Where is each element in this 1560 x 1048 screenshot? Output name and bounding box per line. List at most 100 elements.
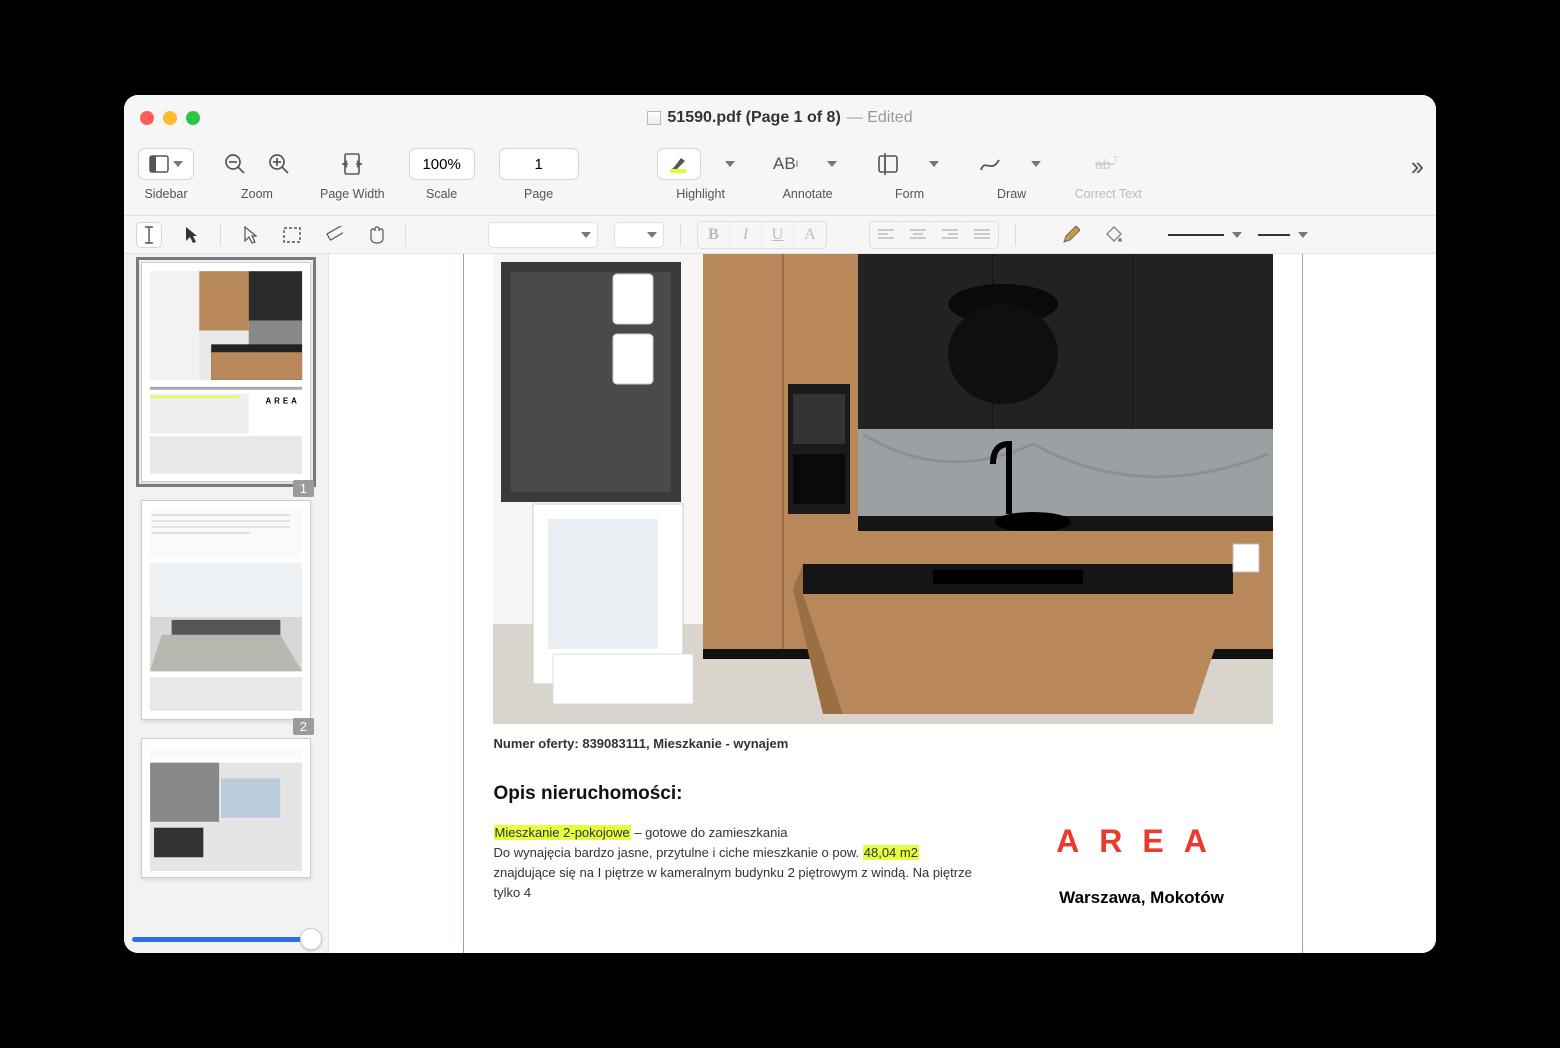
zoom-out-button[interactable]: [218, 148, 252, 180]
correct-text-icon: abT: [1095, 154, 1121, 174]
align-left-button[interactable]: [870, 222, 902, 248]
description-text: Mieszkanie 2-pokojowe – gotowe do zamies…: [494, 823, 982, 908]
main-toolbar: Sidebar Zoom: [124, 141, 1436, 216]
svg-text:AREA: AREA: [266, 397, 300, 406]
align-left-icon: [878, 229, 894, 241]
select-tool[interactable]: [237, 222, 263, 248]
text-style-group: B I U A: [697, 221, 827, 249]
line-weight-select[interactable]: [1258, 232, 1308, 238]
thumbnail-1-image: AREA: [142, 263, 310, 481]
zoom-tool-group: Zoom: [218, 145, 296, 201]
font-family-select[interactable]: [488, 222, 598, 248]
app-window: 51590.pdf (Page 1 of 8) — Edited Sidebar: [124, 95, 1436, 953]
marquee-tool[interactable]: [279, 222, 305, 248]
align-right-button[interactable]: [934, 222, 966, 248]
title-filename: 51590.pdf (Page 1 of 8): [667, 109, 840, 127]
sidebar-toggle-button[interactable]: [138, 148, 194, 180]
thumbnail-2-image: [142, 501, 310, 719]
document-icon: [647, 111, 661, 125]
bucket-icon: [1104, 226, 1122, 244]
svg-text:T: T: [1113, 155, 1118, 164]
draw-icon: [979, 154, 1001, 174]
page-width-icon: [342, 153, 362, 175]
page-width-label: Page Width: [320, 187, 385, 201]
underline-button[interactable]: U: [762, 222, 794, 248]
title-edited: — Edited: [847, 109, 913, 127]
align-justify-button[interactable]: [966, 222, 998, 248]
zoom-in-icon: [268, 153, 290, 175]
pointer-tool[interactable]: [178, 222, 204, 248]
titlebar: 51590.pdf (Page 1 of 8) — Edited: [124, 95, 1436, 141]
annotate-tool-group: ABI Annotate: [769, 145, 847, 201]
highlight-span: Mieszkanie 2-pokojowe: [494, 825, 631, 840]
draw-label: Draw: [997, 187, 1026, 201]
pdf-page: Numer oferty: 839083111, Mieszkanie - wy…: [463, 254, 1303, 953]
measure-tool[interactable]: [321, 222, 347, 248]
form-button[interactable]: [871, 148, 905, 180]
scale-label: Scale: [426, 187, 457, 201]
sidebar-tool-group: Sidebar: [138, 145, 194, 201]
document-view[interactable]: Numer oferty: 839083111, Mieszkanie - wy…: [329, 254, 1436, 953]
highlight-span: 48,04 m2: [863, 845, 919, 860]
bold-button[interactable]: B: [698, 222, 730, 248]
page-thumbnail-1[interactable]: AREA 1: [141, 262, 311, 482]
form-icon: [877, 153, 899, 175]
draw-tool-group: Draw: [973, 145, 1051, 201]
highlight-button[interactable]: [657, 148, 701, 180]
text-color-button[interactable]: A: [794, 222, 826, 248]
arrow-outline-icon: [243, 226, 257, 244]
offer-number: Numer oferty: 839083111, Mieszkanie - wy…: [494, 736, 1302, 751]
draw-dropdown[interactable]: [1017, 148, 1051, 180]
align-center-button[interactable]: [902, 222, 934, 248]
annotate-button[interactable]: ABI: [769, 148, 803, 180]
pencil-tool[interactable]: [1058, 222, 1084, 248]
correct-text-button[interactable]: abT: [1091, 148, 1125, 180]
pan-tool[interactable]: [363, 222, 389, 248]
highlight-tool-group: Highlight: [657, 145, 745, 201]
page-number-badge: 1: [293, 480, 314, 497]
pencil-icon: [1062, 226, 1080, 244]
line-style-select[interactable]: [1168, 232, 1242, 238]
toolbar-overflow-button[interactable]: ››: [1411, 151, 1420, 182]
page-tool-group: 1 Page: [499, 145, 579, 201]
font-size-select[interactable]: [614, 222, 664, 248]
correct-text-label: Correct Text: [1075, 187, 1142, 201]
sidebar-icon: [149, 154, 169, 174]
ruler-icon: [325, 226, 343, 244]
scale-tool-group: 100% Scale: [409, 145, 475, 201]
hand-icon: [367, 226, 385, 244]
window-title: 51590.pdf (Page 1 of 8) — Edited: [124, 109, 1436, 127]
page-number-input[interactable]: 1: [499, 148, 579, 180]
page-label: Page: [524, 187, 553, 201]
italic-button[interactable]: I: [730, 222, 762, 248]
page-thumbnail-3[interactable]: [141, 738, 311, 878]
highlight-dropdown[interactable]: [711, 148, 745, 180]
page-width-tool-group: Page Width: [320, 145, 385, 201]
align-justify-icon: [974, 229, 990, 241]
page-thumbnail-2[interactable]: 2: [141, 500, 311, 720]
marquee-icon: [283, 227, 301, 243]
highlighter-icon: [668, 154, 690, 174]
ibeam-icon: [142, 226, 156, 244]
page-width-button[interactable]: [335, 148, 369, 180]
zoom-out-icon: [224, 153, 246, 175]
location-text: Warszawa, Mokotów: [1012, 888, 1272, 908]
form-dropdown[interactable]: [915, 148, 949, 180]
align-right-icon: [942, 229, 958, 241]
form-tool-group: Form: [871, 145, 949, 201]
scale-input[interactable]: 100%: [409, 148, 475, 180]
thumbnail-sidebar: AREA 1: [124, 254, 329, 953]
edit-toolbar: B I U A: [124, 216, 1436, 254]
sidebar-scrollbar[interactable]: [132, 929, 322, 949]
annotate-dropdown[interactable]: [813, 148, 847, 180]
section-heading: Opis nieruchomości:: [494, 783, 1302, 805]
fill-tool[interactable]: [1100, 222, 1126, 248]
text-cursor-tool[interactable]: [136, 222, 162, 248]
thumbnail-3-image: [142, 739, 310, 877]
align-group: [869, 221, 999, 249]
draw-button[interactable]: [973, 148, 1007, 180]
brand-logo: AREA: [1012, 823, 1272, 860]
form-label: Form: [895, 187, 924, 201]
zoom-in-button[interactable]: [262, 148, 296, 180]
sidebar-label: Sidebar: [144, 187, 187, 201]
